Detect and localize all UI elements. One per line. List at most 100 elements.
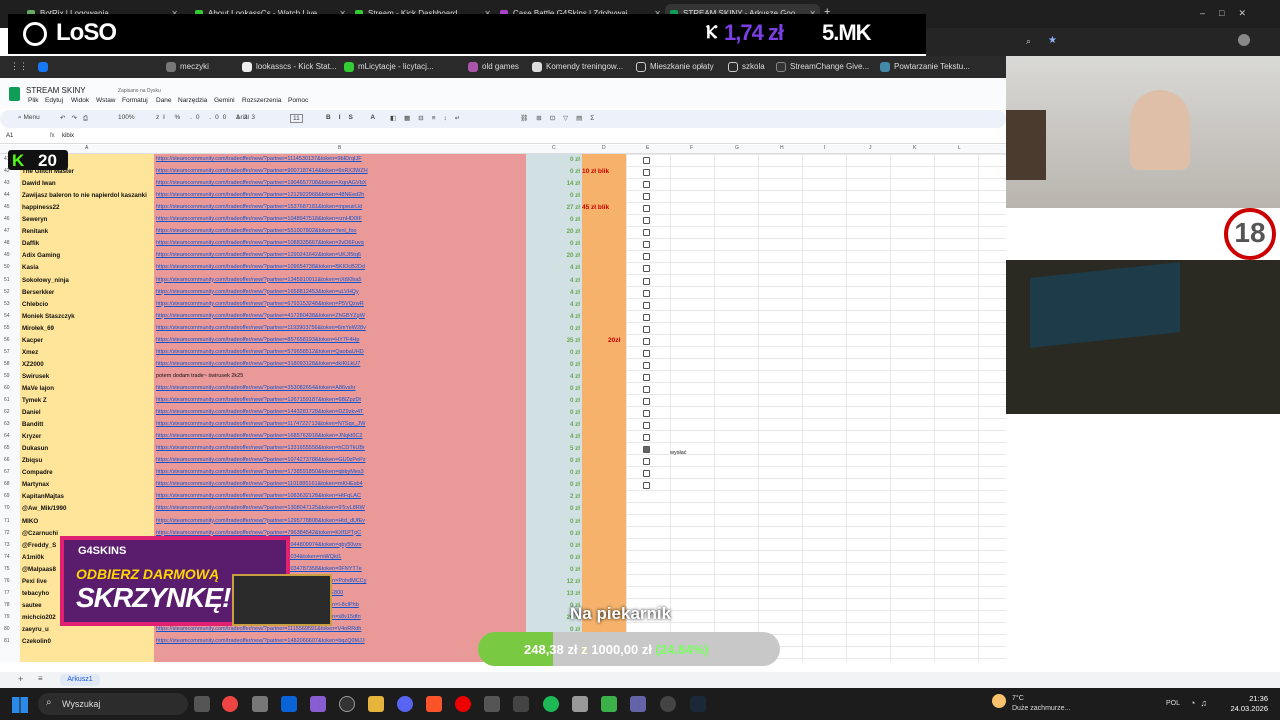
- row-name[interactable]: @Aw_Mik/1990: [22, 505, 154, 512]
- cell-format-icons[interactable]: ◧▦⊟≡↕↵: [390, 114, 468, 122]
- row-amount[interactable]: 5 zł: [526, 445, 580, 452]
- row-trade-link[interactable]: https://steamcommunity.com/tradeoffer/ne…: [156, 228, 356, 234]
- row-checkbox[interactable]: [643, 398, 650, 405]
- row-name[interactable]: Mirołek_69: [22, 325, 154, 332]
- row-note[interactable]: 45 zł blik: [582, 204, 609, 211]
- row-trade-link[interactable]: https://steamcommunity.com/tradeoffer/ne…: [156, 337, 359, 343]
- row-checkbox[interactable]: [643, 446, 650, 454]
- row-amount[interactable]: 2 zł: [526, 493, 580, 500]
- row-amount[interactable]: 20 zł: [526, 228, 580, 235]
- row-name[interactable]: Adix Gaming: [22, 252, 154, 259]
- windows-start-icon[interactable]: [12, 697, 28, 713]
- taskbar-search[interactable]: Wyszukaj: [38, 693, 188, 715]
- folder-icon[interactable]: [368, 696, 384, 712]
- row-amount[interactable]: 4 zł: [526, 421, 580, 428]
- row-trade-link[interactable]: https://steamcommunity.com/tradeoffer/ne…: [156, 530, 361, 536]
- avatar[interactable]: [1238, 34, 1250, 46]
- language-indicator[interactable]: POL: [1166, 700, 1180, 707]
- row-amount[interactable]: 0 zł: [526, 505, 580, 512]
- row-checkbox[interactable]: [643, 422, 650, 430]
- col-header[interactable]: C: [552, 145, 556, 151]
- row-name[interactable]: zaeyru_u: [22, 626, 154, 633]
- row-name[interactable]: Kacper: [22, 337, 154, 344]
- row-amount[interactable]: 13 zł: [526, 590, 580, 597]
- menu-rozszerzenia[interactable]: Rozszerzenia: [242, 97, 281, 104]
- row-name[interactable]: Kryzer: [22, 433, 154, 440]
- row-checkbox[interactable]: [643, 157, 650, 164]
- row-trade-link[interactable]: https://steamcommunity.com/tradeoffer/ne…: [156, 493, 361, 499]
- menu-pomoc[interactable]: Pomoc: [288, 97, 308, 104]
- row-checkbox[interactable]: [643, 337, 650, 345]
- row-amount[interactable]: 27 zł: [526, 204, 580, 211]
- row-name[interactable]: Compadre: [22, 469, 154, 476]
- col-header[interactable]: J: [869, 145, 872, 151]
- obs-icon[interactable]: [484, 696, 500, 712]
- col-header[interactable]: B: [338, 145, 341, 151]
- menu-plik[interactable]: Plik: [28, 97, 38, 104]
- row-trade-link[interactable]: https://steamcommunity.com/tradeoffer/ne…: [156, 385, 355, 391]
- spotify-icon[interactable]: [543, 696, 559, 712]
- row-checkbox[interactable]: [643, 241, 650, 249]
- row-name[interactable]: XZ2000: [22, 361, 154, 368]
- menu-wstaw[interactable]: Wstaw: [96, 97, 116, 104]
- row-note[interactable]: 20zł: [608, 337, 620, 344]
- note-cell[interactable]: wysłać: [670, 450, 687, 456]
- menu-gemini[interactable]: Gemini: [214, 97, 235, 104]
- discord-icon[interactable]: [397, 696, 413, 712]
- menu-widok[interactable]: Widok: [71, 97, 89, 104]
- row-amount[interactable]: 0 zł: [526, 554, 580, 561]
- row-trade-link[interactable]: https://steamcommunity.com/tradeoffer/ne…: [156, 433, 362, 439]
- row-trade-link[interactable]: potem dodam trade~ świrusek 2k25: [156, 373, 243, 379]
- row-amount[interactable]: 4 zł: [526, 277, 580, 284]
- row-name[interactable]: Daffik: [22, 240, 154, 247]
- sheet-tab-arkusz1[interactable]: Arkusz1: [60, 674, 100, 686]
- app-icon[interactable]: [572, 696, 588, 712]
- row-amount[interactable]: 0 zł: [526, 240, 580, 247]
- row-name[interactable]: Tymek Z: [22, 397, 154, 404]
- row-amount[interactable]: 0 zł: [526, 397, 580, 404]
- all-sheets-icon[interactable]: ≡: [38, 674, 43, 683]
- undo-redo-icons[interactable]: ↶↷⎙: [60, 114, 94, 123]
- row-trade-link[interactable]: https://steamcommunity.com/tradeoffer/ne…: [156, 277, 361, 283]
- row-amount[interactable]: 0 zł: [526, 457, 580, 464]
- insert-icons[interactable]: ⛓⊞⊡▽▤Σ: [520, 114, 602, 122]
- row-name[interactable]: Zawijasz baleron to nie napierdol kaszan…: [22, 192, 154, 199]
- row-checkbox[interactable]: [643, 349, 650, 357]
- row-checkbox[interactable]: [643, 265, 650, 273]
- row-name[interactable]: Czekolin0: [22, 638, 154, 645]
- row-trade-link[interactable]: https://steamcommunity.com/tradeoffer/ne…: [156, 168, 368, 174]
- zoom-select[interactable]: 100%: [118, 114, 135, 121]
- row-name[interactable]: Banditt: [22, 421, 154, 428]
- window-controls[interactable]: –□✕: [1200, 8, 1260, 19]
- row-amount[interactable]: 0 zł: [526, 409, 580, 416]
- bookmark-komendy[interactable]: Komendy treningow...: [532, 59, 623, 75]
- row-checkbox[interactable]: [643, 289, 650, 297]
- row-note[interactable]: 10 zł blik: [582, 168, 609, 175]
- row-amount[interactable]: 12 zł: [526, 578, 580, 585]
- row-checkbox[interactable]: [643, 373, 650, 381]
- row-trade-link[interactable]: https://steamcommunity.com/tradeoffer/ne…: [156, 469, 364, 475]
- row-trade-link[interactable]: https://steamcommunity.com/tradeoffer/ne…: [156, 301, 364, 307]
- row-trade-link[interactable]: https://steamcommunity.com/tradeoffer/ne…: [156, 252, 361, 258]
- row-checkbox[interactable]: [643, 313, 650, 321]
- apps-icon[interactable]: ⋮⋮: [10, 61, 28, 72]
- row-trade-link[interactable]: https://steamcommunity.com/tradeoffer/ne…: [156, 361, 360, 367]
- row-checkbox[interactable]: [643, 470, 650, 478]
- row-name[interactable]: Świrusek: [22, 373, 154, 380]
- row-amount[interactable]: 14 zł: [526, 180, 580, 187]
- row-amount[interactable]: 20 zł: [526, 252, 580, 259]
- row-name[interactable]: Sokołowy_ninja: [22, 277, 154, 284]
- system-clock[interactable]: 21:36 24.03.2026: [1220, 694, 1268, 714]
- star-icon[interactable]: ★: [1048, 35, 1057, 46]
- row-amount[interactable]: 0 zł: [526, 216, 580, 223]
- row-checkbox[interactable]: [643, 229, 650, 237]
- col-header[interactable]: K: [913, 145, 916, 151]
- bookmark-szkola[interactable]: szkola: [728, 59, 765, 75]
- row-amount[interactable]: 4 zł: [526, 433, 580, 440]
- row-name[interactable]: Berserkker: [22, 289, 154, 296]
- font-select[interactable]: Arial: [236, 114, 249, 121]
- bookmark-meczyki[interactable]: meczyki: [166, 59, 209, 75]
- row-trade-link[interactable]: https://steamcommunity.com/tradeoffer/ne…: [156, 192, 364, 198]
- font-size-input[interactable]: 11: [290, 114, 303, 123]
- col-header[interactable]: D: [602, 145, 606, 151]
